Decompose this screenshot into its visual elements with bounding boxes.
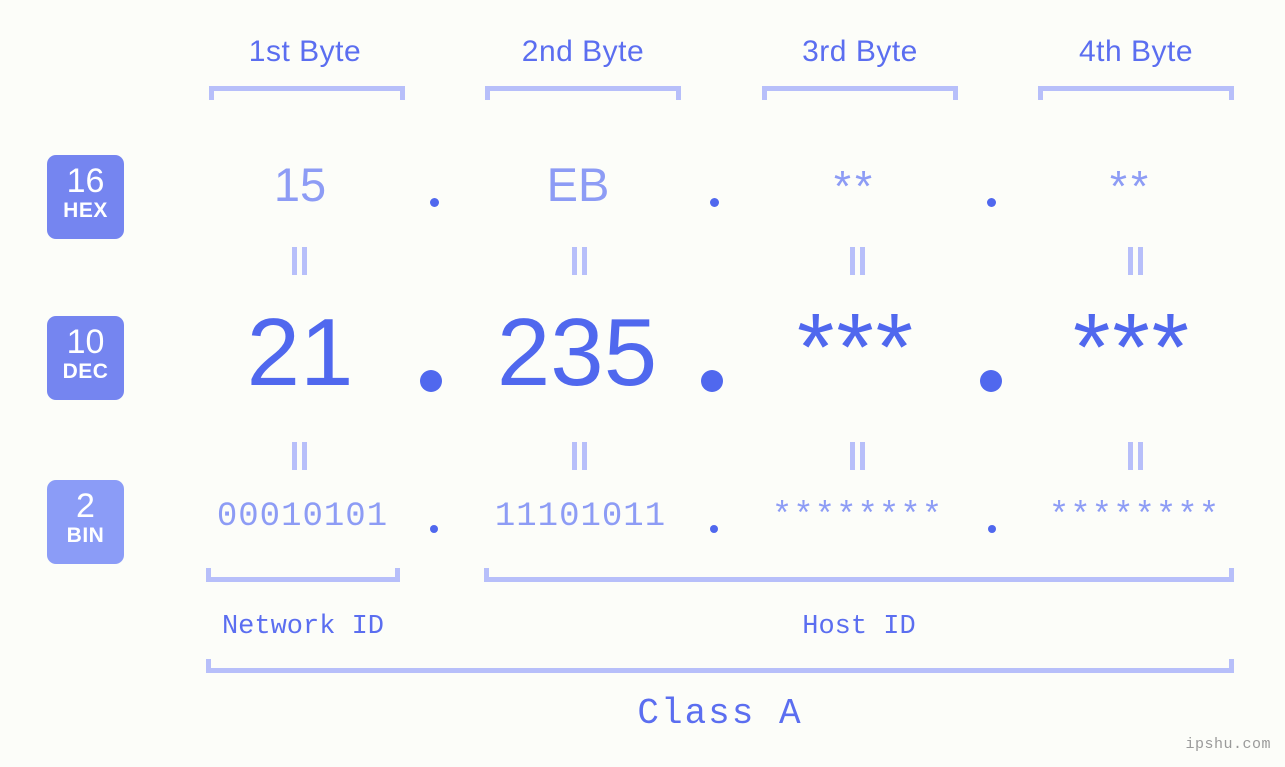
base-badge-bin-label: BIN: [66, 524, 105, 547]
hex-byte-3-value: **: [833, 162, 877, 211]
base-badge-hex-number: 16: [66, 162, 105, 200]
equality-mark-dec-bin-2: [571, 442, 589, 470]
network-id-label: Network ID: [221, 612, 385, 642]
equality-mark-hex-dec-1: [291, 247, 309, 275]
bin-byte-3-value: ********: [771, 498, 944, 536]
base-badge-dec-number: 10: [66, 323, 105, 361]
equality-mark-dec-bin-3: [849, 442, 867, 470]
dec-separator-dot-3: [980, 370, 1002, 392]
base-badge-dec-label: DEC: [62, 360, 109, 383]
base-badge-hex: 16 HEX: [47, 155, 124, 239]
bin-separator-dot-2: [710, 525, 718, 533]
bin-byte-4-value: ********: [1048, 498, 1221, 536]
bin-separator-dot-3: [988, 525, 996, 533]
byte-bracket-top-1: [209, 86, 405, 100]
base-badge-bin: 2 BIN: [47, 480, 124, 564]
equality-mark-hex-dec-2: [571, 247, 589, 275]
host-id-label: Host ID: [802, 612, 916, 642]
dec-byte-2-value: 235: [496, 299, 658, 406]
hex-separator-dot-2: [710, 198, 719, 207]
host-id-bracket: [484, 568, 1234, 582]
class-label: Class A: [637, 693, 803, 734]
dec-byte-3-value: ***: [796, 294, 916, 401]
dec-byte-4-value: ***: [1072, 294, 1192, 401]
byte-header-2: 2nd Byte: [521, 35, 645, 68]
class-bracket: [206, 659, 1234, 673]
equality-mark-dec-bin-4: [1127, 442, 1145, 470]
byte-header-4: 4th Byte: [1078, 35, 1194, 68]
base-badge-hex-label: HEX: [63, 199, 108, 222]
bin-byte-2-value: 11101011: [494, 498, 667, 536]
site-watermark: ipshu.com: [1185, 736, 1271, 753]
hex-byte-1-value: 15: [273, 158, 327, 211]
ip-byte-breakdown-diagram: 1st Byte 2nd Byte 3rd Byte 4th Byte 16 H…: [0, 0, 1285, 767]
hex-byte-4-value: **: [1109, 162, 1153, 211]
network-id-bracket: [206, 568, 400, 582]
bin-byte-1-value: 00010101: [216, 498, 389, 536]
byte-header-3: 3rd Byte: [802, 35, 918, 68]
byte-bracket-top-2: [485, 86, 681, 100]
byte-header-1: 1st Byte: [248, 35, 362, 68]
dec-separator-dot-1: [420, 370, 442, 392]
equality-mark-hex-dec-3: [849, 247, 867, 275]
hex-separator-dot-3: [987, 198, 996, 207]
byte-bracket-top-3: [762, 86, 958, 100]
base-badge-dec: 10 DEC: [47, 316, 124, 400]
dec-byte-1-value: 21: [246, 299, 354, 406]
equality-mark-hex-dec-4: [1127, 247, 1145, 275]
equality-mark-dec-bin-1: [291, 442, 309, 470]
hex-byte-2-value: EB: [546, 158, 610, 211]
bin-separator-dot-1: [430, 525, 438, 533]
hex-separator-dot-1: [430, 198, 439, 207]
byte-bracket-top-4: [1038, 86, 1234, 100]
dec-separator-dot-2: [701, 370, 723, 392]
base-badge-bin-number: 2: [76, 487, 95, 525]
